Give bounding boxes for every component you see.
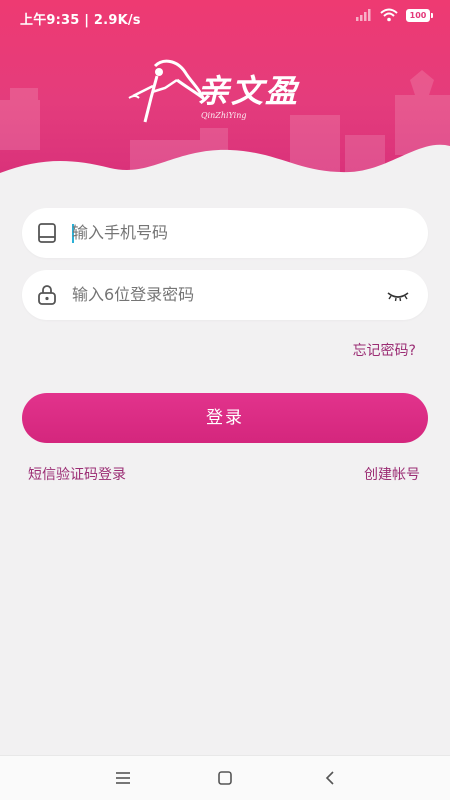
password-field[interactable] xyxy=(22,270,428,320)
menu-icon[interactable] xyxy=(113,768,133,788)
wifi-icon xyxy=(380,8,398,22)
sms-login-link[interactable]: 短信验证码登录 xyxy=(28,464,126,484)
phone-input[interactable] xyxy=(72,208,372,258)
lock-icon xyxy=(38,285,56,305)
home-square-icon[interactable] xyxy=(215,768,235,788)
forgot-password-link[interactable]: 忘记密码? xyxy=(353,340,416,360)
logo-subtitle: QinZhiYing xyxy=(201,111,247,120)
header-banner: 上午9:35 | 2.9K/s 100 亲文盈 QinZhiYing xyxy=(0,0,450,185)
battery-icon: 100 xyxy=(406,8,433,22)
signal-icon xyxy=(356,9,371,21)
status-icons: 100 xyxy=(356,8,433,22)
back-chevron-icon[interactable] xyxy=(320,768,340,788)
create-account-link[interactable]: 创建帐号 xyxy=(364,464,420,484)
phone-field[interactable] xyxy=(22,208,428,258)
system-navigation-bar xyxy=(0,755,450,800)
tablet-icon xyxy=(38,223,56,243)
eye-closed-icon[interactable] xyxy=(386,286,410,304)
header-wave xyxy=(0,144,450,185)
password-input[interactable] xyxy=(72,270,372,320)
status-time: 上午9:35 | 2.9K/s xyxy=(20,13,141,28)
logo-title: 亲文盈 xyxy=(197,72,300,110)
status-bar: 上午9:35 | 2.9K/s 100 xyxy=(0,0,450,34)
login-button[interactable]: 登录 xyxy=(22,393,428,443)
app-logo: 亲文盈 QinZhiYing xyxy=(125,58,325,128)
dancer-logo-icon xyxy=(128,59,205,123)
